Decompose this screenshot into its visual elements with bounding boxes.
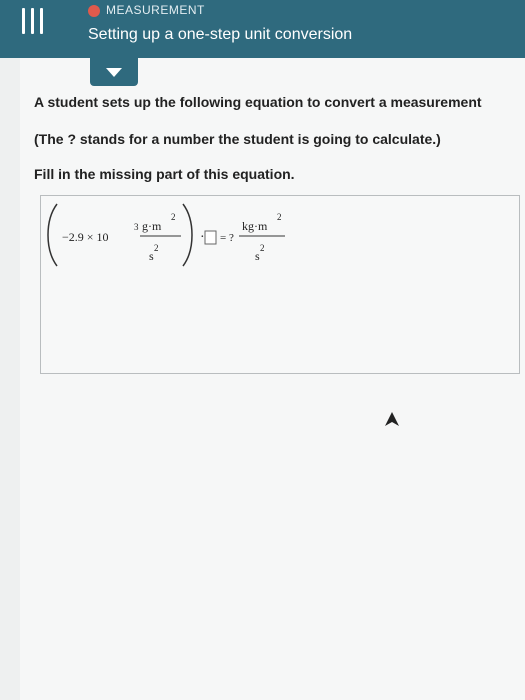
answer-box: −2.9 × 10 3 g·m 2 2 s · = ? kg·m 2 2 s — [40, 195, 520, 374]
menu-icon[interactable] — [22, 8, 44, 34]
question-instruction: Fill in the missing part of this equatio… — [34, 166, 295, 182]
right-denominator-exp: 2 — [260, 243, 265, 253]
collapse-toggle-button[interactable] — [90, 58, 138, 86]
topic-label: MEASUREMENT — [106, 3, 205, 17]
left-numerator-unit: g·m — [142, 219, 162, 233]
chevron-down-icon — [106, 68, 122, 77]
left-paren — [47, 203, 58, 267]
answer-input[interactable] — [204, 230, 217, 245]
equation: −2.9 × 10 3 g·m 2 2 s · = ? kg·m 2 2 s — [41, 196, 519, 373]
right-denominator-unit: s — [255, 249, 260, 263]
mouse-cursor-icon — [385, 412, 399, 426]
left-numerator-exp: 2 — [171, 212, 176, 222]
topic-status-dot — [88, 5, 100, 17]
left-denominator-unit: s — [149, 249, 154, 263]
page-title: Setting up a one-step unit conversion — [88, 26, 353, 43]
right-numerator-exp: 2 — [277, 212, 282, 222]
app-header: MEASUREMENT Setting up a one-step unit c… — [0, 0, 525, 58]
multiply-dot: · — [200, 230, 205, 245]
question-note: (The ? stands for a number the student i… — [34, 131, 441, 147]
right-paren — [182, 203, 193, 267]
exponent: 3 — [134, 222, 139, 232]
equation-svg: −2.9 × 10 3 g·m 2 2 s · = ? kg·m 2 2 s — [47, 203, 285, 267]
left-denominator-exp: 2 — [154, 243, 159, 253]
equals-unknown: = ? — [220, 232, 234, 244]
question-panel: A student sets up the following equation… — [20, 58, 525, 700]
coefficient: −2.9 × 10 — [62, 230, 109, 244]
right-numerator-unit: kg·m — [242, 219, 268, 233]
question-text: A student sets up the following equation… — [34, 94, 482, 110]
